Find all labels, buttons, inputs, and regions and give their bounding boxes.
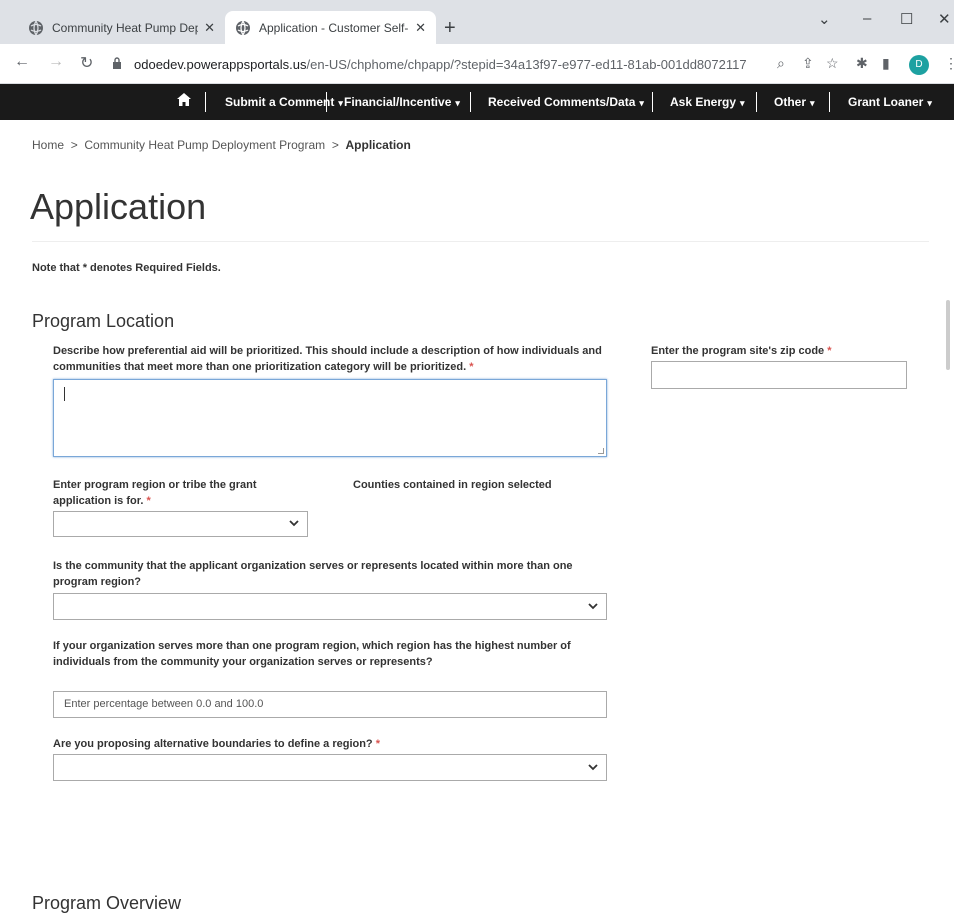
nav-label: Grant Loaner [848, 95, 924, 109]
breadcrumb-current: Application [345, 138, 411, 152]
side-panel-icon[interactable]: ▮ [882, 55, 890, 72]
required-marker: * [375, 738, 380, 750]
caret-down-icon: ▾ [455, 98, 460, 108]
highest-region-label: If your organization serves more than on… [53, 640, 571, 668]
divider [32, 241, 929, 242]
alt-boundaries-select[interactable] [53, 754, 607, 781]
region-label: Enter program region or tribe the grant … [53, 477, 303, 509]
multi-region-label: Is the community that the applicant orga… [53, 560, 573, 588]
bookmark-star-icon[interactable]: ☆ [826, 55, 839, 72]
required-marker: * [827, 345, 832, 357]
nav-other[interactable]: Other ▾ [774, 95, 815, 109]
required-fields-note: Note that * denotes Required Fields. [32, 262, 221, 274]
caret-down-icon: ▾ [810, 98, 815, 108]
nav-divider [326, 92, 327, 112]
nav-divider [470, 92, 471, 112]
label-text: Enter program region or tribe the grant … [53, 479, 257, 507]
label-text: Describe how preferential aid will be pr… [53, 345, 602, 373]
back-arrow-icon[interactable]: ← [14, 53, 30, 71]
section-title-program-location: Program Location [32, 311, 175, 331]
home-icon[interactable] [177, 93, 191, 109]
tab-search-chevron-icon[interactable]: ⌄ [818, 10, 831, 28]
browser-toolbar: ← → ↻ odoedev.powerappsportals.us/en-US/… [0, 44, 954, 84]
counties-label: Counties contained in region selected [353, 479, 552, 491]
caret-down-icon: ▾ [338, 98, 343, 108]
address-bar[interactable]: odoedev.powerappsportals.us/en-US/chphom… [112, 50, 888, 78]
chevron-down-icon [588, 601, 598, 613]
input-placeholder: Enter percentage between 0.0 and 100.0 [64, 698, 264, 710]
caret-down-icon: ▾ [740, 98, 745, 108]
tab-title: Community Heat Pump Deploym [52, 20, 199, 35]
chevron-down-icon [588, 762, 598, 774]
caret-down-icon: ▾ [639, 98, 644, 108]
lock-icon [112, 56, 126, 72]
caret-down-icon: ▾ [927, 98, 932, 108]
nav-divider [652, 92, 653, 112]
page-title: Application [30, 186, 207, 227]
new-tab-button[interactable]: + [444, 18, 456, 38]
zoom-icon[interactable]: ⌕ [777, 55, 785, 72]
nav-divider [756, 92, 757, 112]
nav-label: Other [774, 95, 807, 109]
breadcrumb: Home > Community Heat Pump Deployment Pr… [32, 138, 411, 152]
menu-kebab-icon[interactable]: ⋮ [944, 55, 954, 72]
browser-tab[interactable]: Community Heat Pump Deploym ✕ [18, 11, 225, 44]
region-select[interactable] [53, 511, 308, 537]
close-icon[interactable]: ✕ [204, 20, 215, 36]
text-cursor [64, 387, 65, 401]
multi-region-select[interactable] [53, 593, 607, 620]
minimize-icon[interactable]: – [863, 10, 871, 27]
preferential-aid-textarea[interactable] [53, 379, 607, 457]
nav-divider [205, 92, 206, 112]
nav-divider [829, 92, 830, 112]
nav-grant-loaner[interactable]: Grant Loaner ▾ [848, 95, 932, 109]
browser-tab-active[interactable]: Application - Customer Self-Servi ✕ [225, 11, 436, 44]
tab-title: Application - Customer Self-Servi [259, 20, 409, 35]
globe-icon [235, 20, 251, 36]
nav-label: Ask Energy [670, 95, 737, 109]
profile-avatar[interactable]: D [909, 55, 929, 75]
share-icon[interactable]: ⇪ [802, 55, 814, 72]
highest-region-input[interactable]: Enter percentage between 0.0 and 100.0 [53, 691, 607, 718]
breadcrumb-separator: > [70, 138, 78, 152]
zip-code-input[interactable] [651, 361, 907, 389]
preferential-aid-label: Describe how preferential aid will be pr… [53, 343, 613, 375]
globe-icon [28, 20, 44, 36]
scrollbar-thumb[interactable] [946, 300, 950, 370]
browser-tab-strip: Community Heat Pump Deploym ✕ Applicatio… [0, 0, 954, 44]
breadcrumb-home-link[interactable]: Home [32, 138, 64, 152]
nav-label: Received Comments/Data [488, 95, 636, 109]
site-navbar: Submit a Comment ▾ Financial/Incentive ▾ R… [0, 84, 954, 120]
nav-financial-incentive[interactable]: Financial/Incentive ▾ [344, 95, 460, 109]
nav-received-comments[interactable]: Received Comments/Data ▾ [488, 95, 644, 109]
nav-label: Financial/Incentive [344, 95, 452, 109]
breadcrumb-parent-link[interactable]: Community Heat Pump Deployment Program [84, 138, 325, 152]
label-text: Enter the program site's zip code [651, 345, 825, 357]
forward-arrow-icon[interactable]: → [48, 53, 64, 71]
extensions-icon[interactable]: ✱ [856, 55, 868, 72]
window-close-icon[interactable]: ✕ [938, 10, 951, 28]
url-path: /en-US/chphome/chpapp/?stepid=34a13f97-e… [306, 56, 747, 72]
url-host: odoedev.powerappsportals.us [134, 56, 307, 72]
alt-boundaries-label: Are you proposing alternative boundaries… [53, 736, 613, 752]
nav-ask-energy[interactable]: Ask Energy ▾ [670, 95, 745, 109]
required-marker: * [469, 361, 474, 373]
close-icon[interactable]: ✕ [415, 20, 426, 36]
required-marker: * [146, 495, 151, 507]
nav-label: Submit a Comment [225, 95, 335, 109]
maximize-icon[interactable]: ☐ [900, 10, 913, 28]
resize-handle[interactable] [598, 448, 604, 454]
reload-icon[interactable]: ↻ [80, 53, 93, 73]
label-text: Are you proposing alternative boundaries… [53, 738, 373, 750]
breadcrumb-separator: > [331, 138, 339, 152]
zip-code-label: Enter the program site's zip code * [651, 343, 931, 359]
chevron-down-icon [289, 518, 299, 530]
